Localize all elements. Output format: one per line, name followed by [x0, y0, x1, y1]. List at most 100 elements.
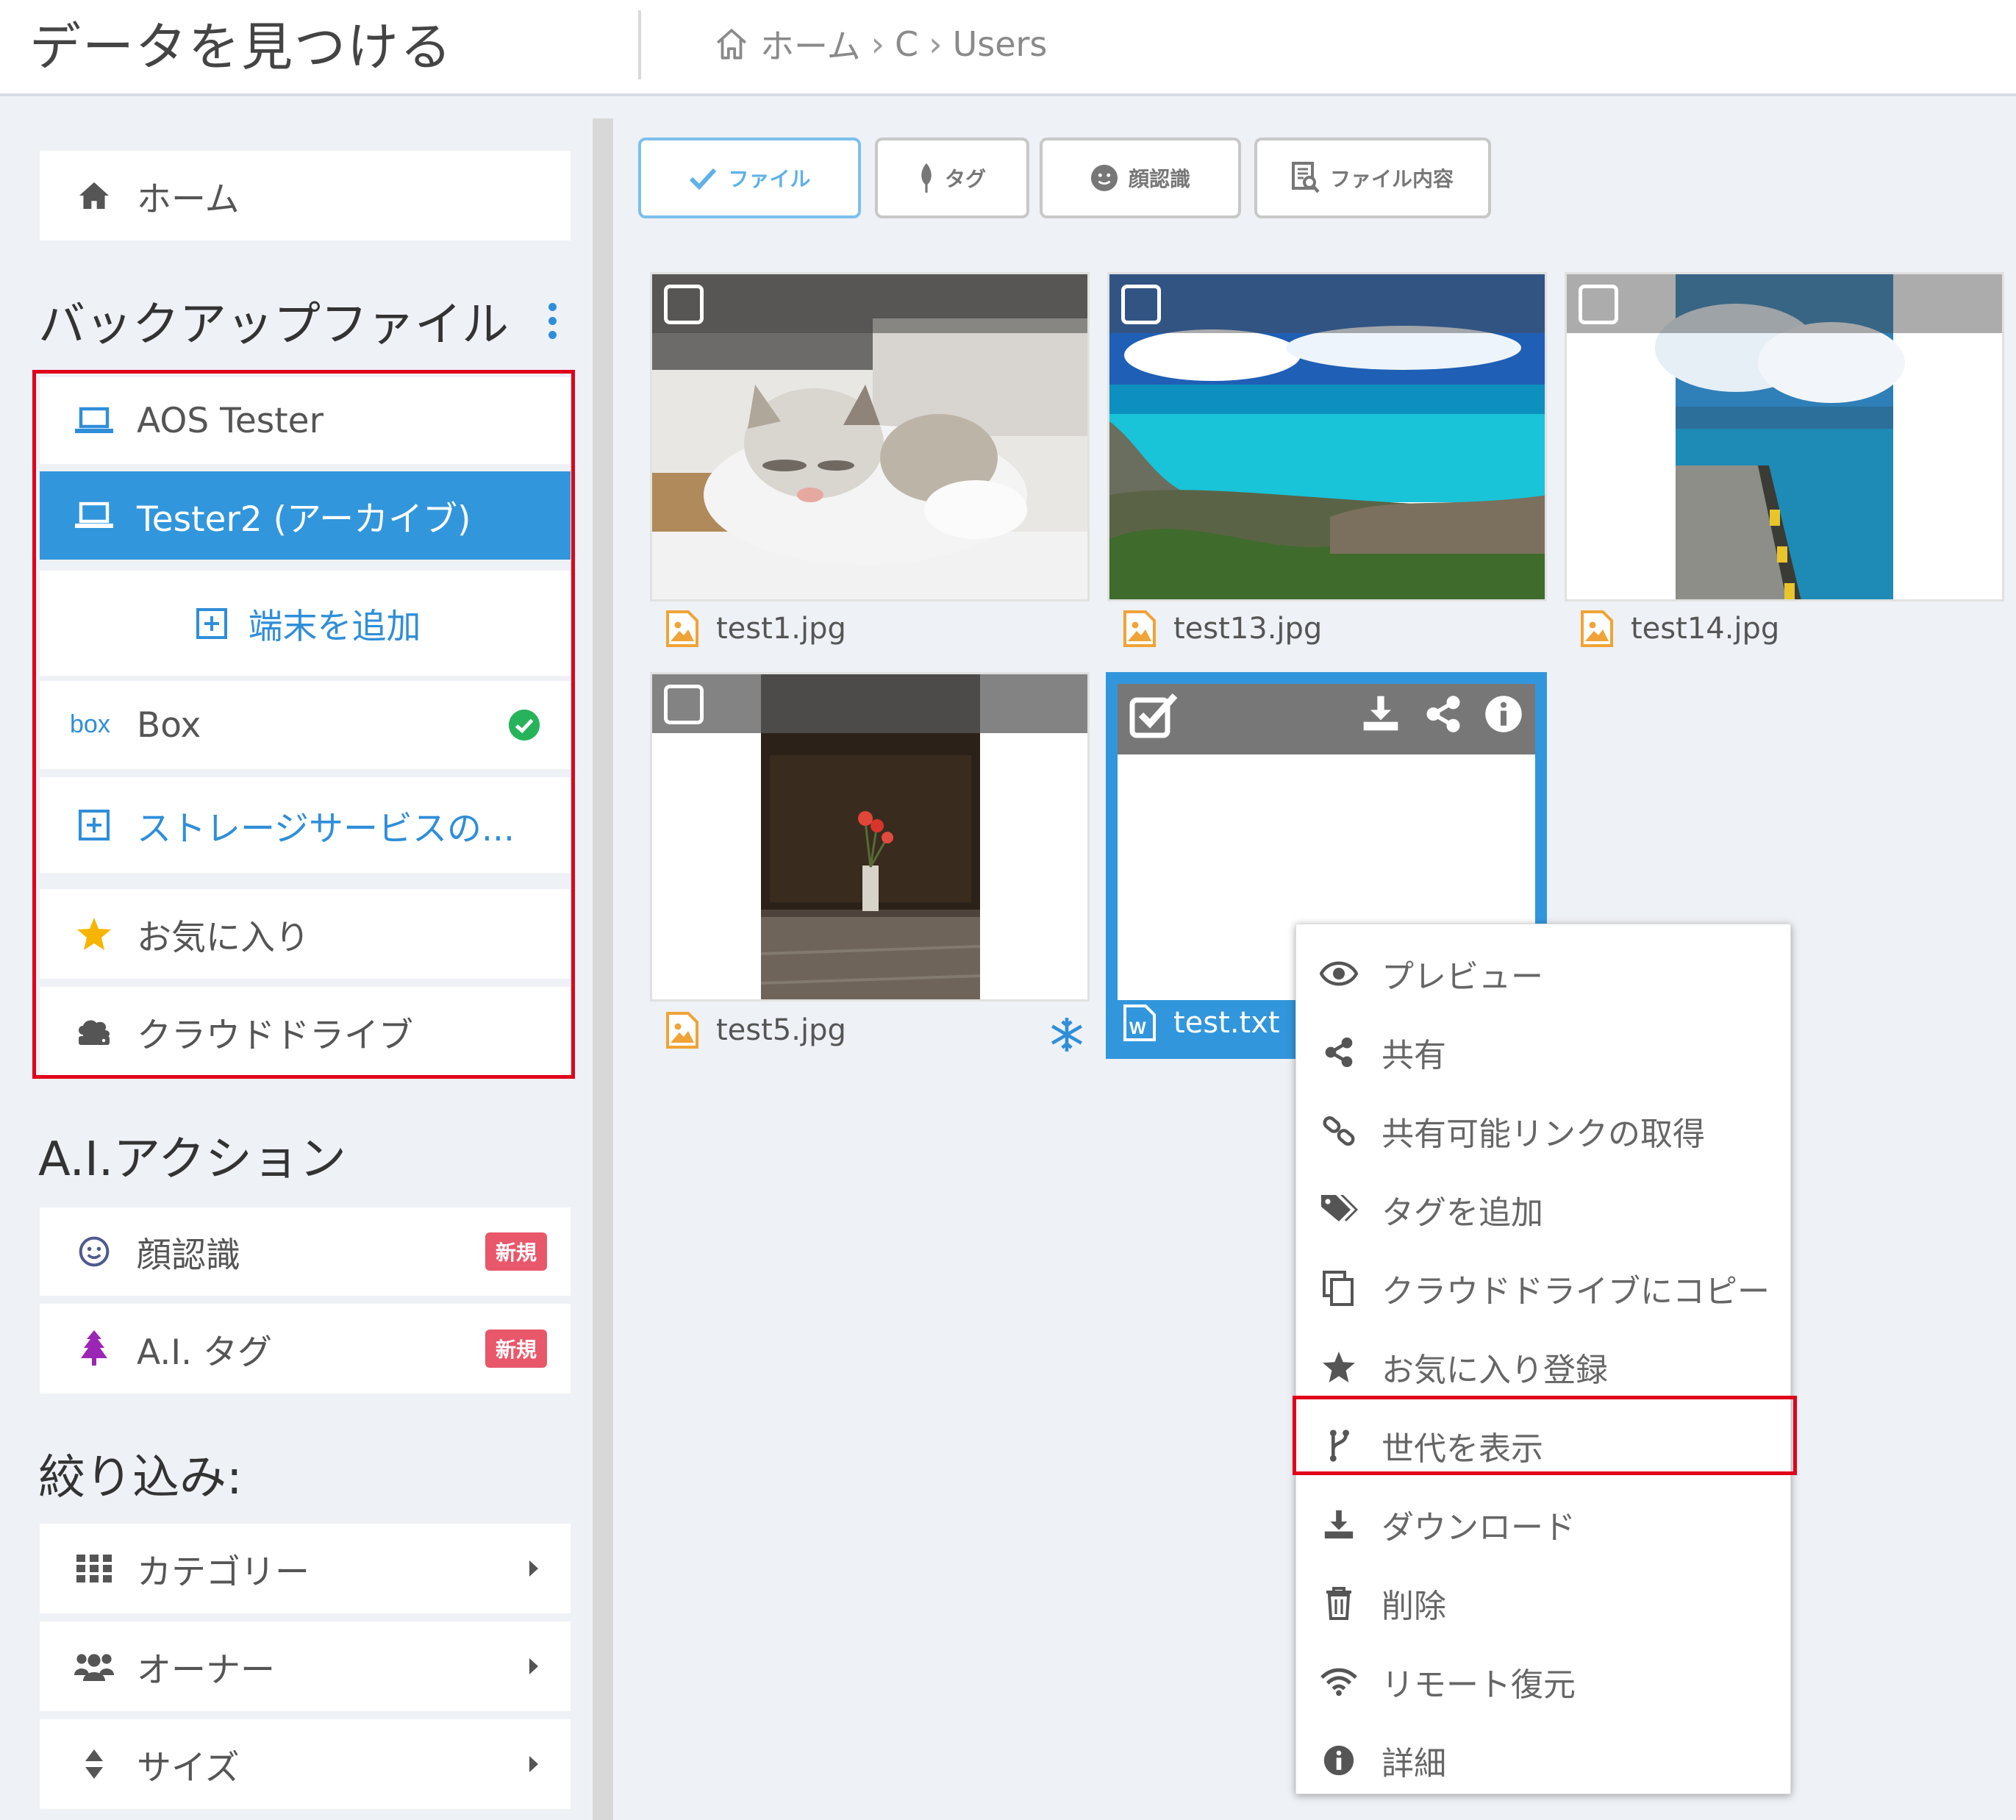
menu-item-copy-to-cloud[interactable]: クラウドドライブにコピー	[1296, 1249, 1792, 1327]
face-icon	[1090, 164, 1118, 192]
menu-item-label: クラウドドライブにコピー	[1381, 1273, 1770, 1310]
new-badge: 新規	[485, 1232, 547, 1271]
more-vertical-icon[interactable]	[544, 303, 560, 344]
file-name: test14.jpg	[1631, 612, 1780, 646]
file-thumbnail[interactable]	[650, 272, 1090, 602]
file-name: test1.jpg	[716, 612, 846, 646]
file-name: test5.jpg	[716, 1013, 846, 1047]
select-checkbox[interactable]	[664, 285, 704, 324]
trash-icon	[1318, 1582, 1359, 1624]
tags-icon	[1318, 1189, 1359, 1230]
menu-item-label: 詳細	[1381, 1745, 1446, 1782]
menu-item-delete[interactable]: 削除	[1296, 1564, 1792, 1642]
thumbnail-toolbar	[1109, 274, 1545, 333]
menu-item-add-tag[interactable]: タグを追加	[1296, 1171, 1792, 1249]
file-thumbnail[interactable]	[1565, 272, 2004, 602]
sidebar-item-face-recognition[interactable]: 顔認識 新規	[40, 1207, 571, 1296]
menu-item-label: お気に入り登録	[1381, 1352, 1608, 1389]
new-badge: 新規	[485, 1330, 547, 1368]
share-icon[interactable]	[1423, 694, 1463, 734]
tab-file-contents[interactable]: ファイル内容	[1254, 138, 1491, 218]
filter-section-title: 絞り込み:	[38, 1451, 243, 1505]
highlight-box-menu-item	[1293, 1396, 1797, 1475]
top-header: データを見つける ホーム › C › Users	[0, 0, 2016, 96]
thumbnail-toolbar	[1118, 684, 1535, 754]
menu-item-preview[interactable]: プレビュー	[1296, 935, 1792, 1013]
sidebar-item-ai-tag[interactable]: A.I. タグ 新規	[40, 1304, 571, 1393]
sort-icon	[72, 1742, 116, 1786]
sidebar-item-label: 顔認識	[137, 1235, 240, 1276]
breadcrumb-item[interactable]: C	[895, 24, 918, 64]
file-context-menu: プレビュー 共有 共有可能リンクの取得 タグを追加 クラウドドライブにコピー お…	[1295, 924, 1791, 1794]
checked-checkbox-icon[interactable]	[1128, 690, 1178, 740]
filter-label: サイズ	[137, 1747, 240, 1788]
menu-item-label: タグを追加	[1381, 1194, 1543, 1232]
highlight-box-sidebar	[32, 370, 575, 1079]
header-divider	[638, 10, 641, 79]
sidebar-item-home[interactable]: ホーム	[40, 151, 571, 240]
download-icon	[1318, 1504, 1359, 1545]
info-icon[interactable]	[1484, 694, 1523, 734]
file-name-row[interactable]: test1.jpg	[666, 610, 846, 647]
menu-item-label: 共有可能リンクの取得	[1381, 1116, 1705, 1153]
home-icon[interactable]	[713, 26, 750, 63]
word-file-icon: W	[1123, 1004, 1156, 1041]
breadcrumb-chevron-icon: ›	[929, 24, 943, 64]
filter-category[interactable]: カテゴリー	[40, 1524, 571, 1613]
file-name: test13.jpg	[1173, 612, 1323, 646]
image-file-icon	[666, 1012, 698, 1049]
breadcrumb-item[interactable]: Users	[953, 24, 1048, 64]
filter-owner[interactable]: オーナー	[40, 1621, 571, 1711]
tab-label: ファイル	[728, 167, 811, 191]
file-thumbnail[interactable]	[1107, 272, 1547, 602]
caret-right-icon	[529, 1560, 538, 1577]
tab-face-recognition[interactable]: 顔認識	[1040, 138, 1241, 218]
file-name-row[interactable]: test14.jpg	[1581, 610, 1779, 647]
wifi-icon	[1318, 1661, 1359, 1702]
select-checkbox[interactable]	[1121, 285, 1161, 324]
thumbnail-toolbar	[652, 274, 1087, 333]
app-title: データを見つける	[29, 17, 453, 77]
image-file-icon	[666, 610, 698, 647]
backup-section-title: バックアップファイル	[38, 298, 509, 352]
menu-item-label: リモート復元	[1381, 1666, 1576, 1704]
filter-size[interactable]: サイズ	[40, 1719, 571, 1809]
filter-label: カテゴリー	[137, 1552, 310, 1593]
file-name-row[interactable]: W test.txt	[1123, 1004, 1280, 1041]
file-search-icon	[1291, 162, 1320, 194]
select-checkbox[interactable]	[664, 685, 704, 724]
menu-item-share[interactable]: 共有	[1296, 1013, 1792, 1091]
menu-item-label: 共有	[1381, 1037, 1446, 1074]
smile-icon	[72, 1230, 116, 1274]
menu-item-get-link[interactable]: 共有可能リンクの取得	[1296, 1092, 1792, 1170]
tree-icon	[72, 1327, 116, 1371]
tab-tags[interactable]: タグ	[875, 138, 1029, 218]
breadcrumb-home[interactable]: ホーム	[760, 20, 861, 68]
tab-files[interactable]: ファイル	[638, 138, 861, 218]
menu-item-download[interactable]: ダウンロード	[1296, 1485, 1792, 1563]
sidebar-item-label: A.I. タグ	[137, 1332, 273, 1373]
filter-label: オーナー	[137, 1649, 275, 1691]
sidebar-item-label: ホーム	[137, 179, 240, 220]
file-name-row[interactable]: test5.jpg	[666, 1012, 846, 1049]
sidebar-scrollbar[interactable]	[593, 118, 613, 1820]
caret-right-icon	[529, 1756, 538, 1772]
tab-label: タグ	[944, 167, 986, 191]
file-thumbnail[interactable]	[650, 672, 1090, 1002]
snowflake-icon	[1048, 1016, 1085, 1053]
tab-label: 顔認識	[1128, 167, 1190, 191]
info-icon	[1318, 1740, 1359, 1781]
menu-item-add-favorite[interactable]: お気に入り登録	[1296, 1328, 1792, 1406]
menu-item-remote-restore[interactable]: リモート復元	[1296, 1643, 1792, 1721]
file-name: test.txt	[1173, 1006, 1280, 1040]
image-file-icon	[1581, 610, 1613, 647]
select-checkbox[interactable]	[1579, 285, 1618, 324]
menu-item-details[interactable]: 詳細	[1296, 1721, 1792, 1799]
breadcrumb: ホーム › C › Users	[713, 21, 1047, 68]
file-name-row[interactable]: test13.jpg	[1123, 610, 1322, 647]
download-icon[interactable]	[1360, 693, 1401, 734]
link-icon	[1318, 1110, 1359, 1152]
users-icon	[72, 1644, 116, 1688]
menu-item-label: 削除	[1381, 1588, 1446, 1625]
menu-item-label: ダウンロード	[1381, 1509, 1576, 1546]
